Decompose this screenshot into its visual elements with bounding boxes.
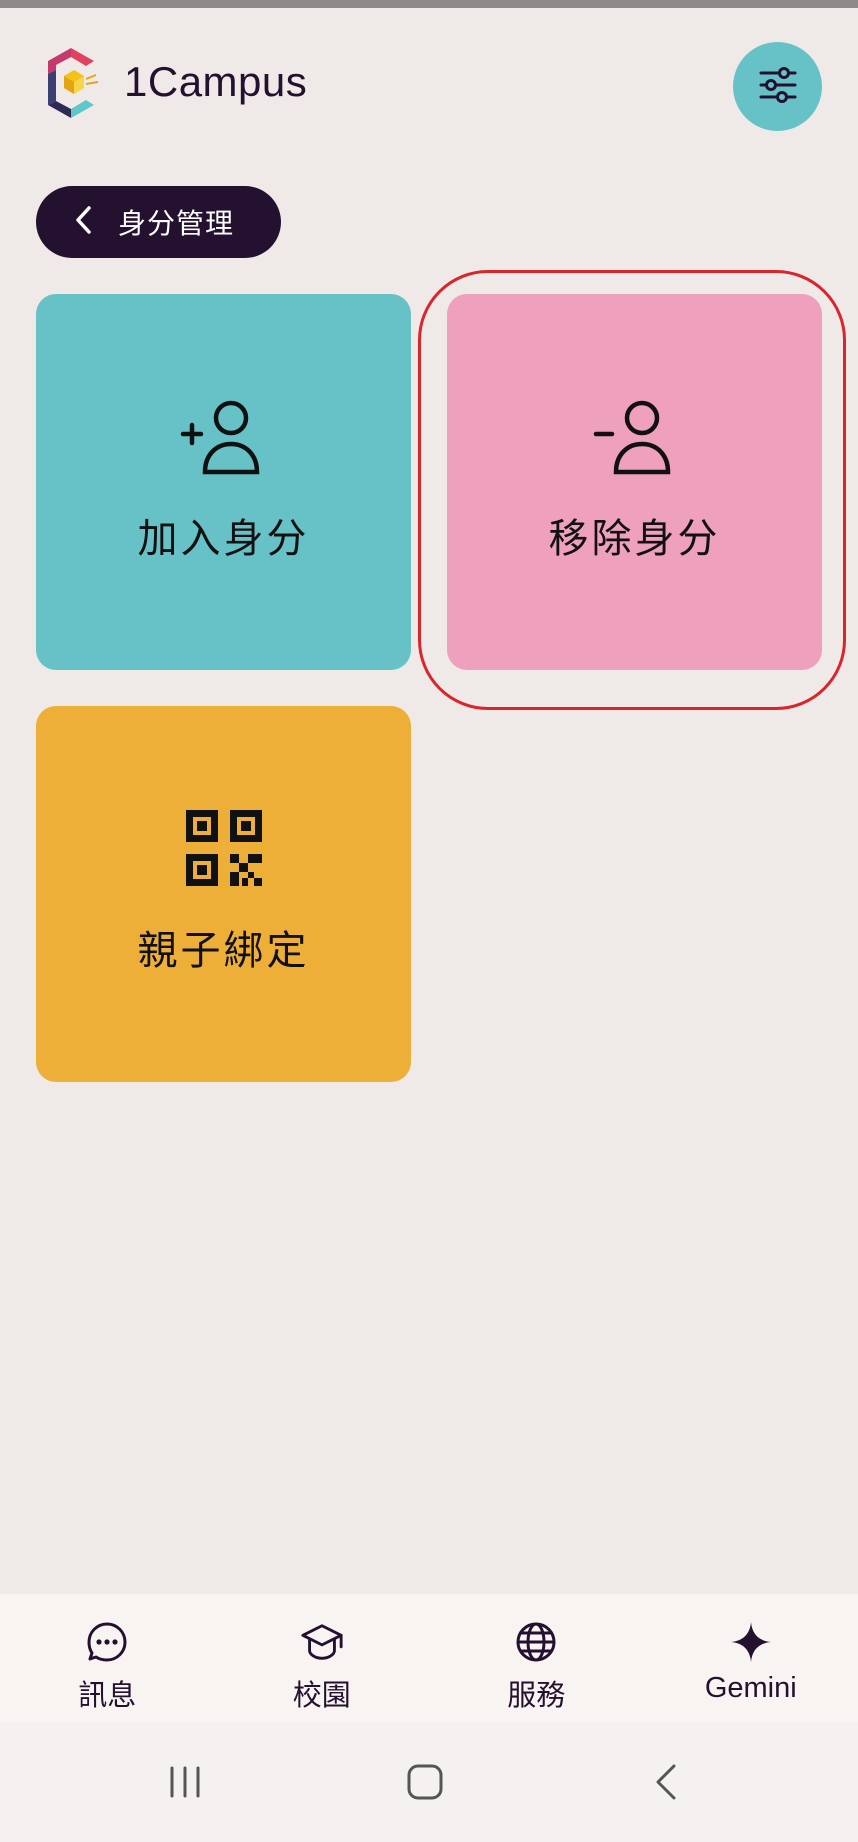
home-icon[interactable]	[395, 1752, 455, 1812]
sparkle-icon	[729, 1620, 773, 1664]
system-navigation-bar	[0, 1722, 858, 1842]
back-icon[interactable]	[636, 1752, 696, 1812]
nav-label: 訊息	[78, 1680, 137, 1712]
graduation-cap-icon	[300, 1620, 344, 1664]
chat-bubble-icon	[85, 1620, 129, 1664]
nav-item-messages[interactable]: 訊息	[0, 1594, 215, 1722]
nav-label: Gemini	[704, 1672, 797, 1704]
app-logo-icon	[42, 46, 100, 120]
nav-item-campus[interactable]: 校園	[215, 1594, 430, 1722]
person-add-icon	[179, 394, 269, 478]
person-remove-icon	[590, 394, 680, 478]
back-breadcrumb-button[interactable]: 身分管理	[36, 186, 281, 258]
nav-label: 服務	[507, 1680, 566, 1712]
parent-child-binding-tile[interactable]: 親子綁定	[36, 706, 411, 1082]
breadcrumb-label: 身分管理	[118, 207, 235, 240]
chevron-left-icon	[74, 205, 92, 239]
tile-label: 親子綁定	[137, 928, 310, 974]
remove-identity-tile[interactable]: 移除身分	[447, 294, 822, 670]
app-header: 1Campus	[0, 8, 858, 158]
add-identity-tile[interactable]: 加入身分	[36, 294, 411, 670]
recent-apps-icon[interactable]	[155, 1752, 215, 1812]
app-title: 1Campus	[124, 58, 308, 105]
sliders-icon	[758, 66, 798, 107]
nav-item-services[interactable]: 服務	[429, 1594, 644, 1722]
qr-code-icon	[179, 806, 269, 890]
bottom-navigation: 訊息 校園 服務 Gemini	[0, 1594, 858, 1722]
nav-label: 校園	[292, 1680, 351, 1712]
status-bar-strip	[0, 0, 858, 8]
nav-item-gemini[interactable]: Gemini	[644, 1594, 858, 1722]
tile-label: 移除身分	[548, 516, 721, 562]
globe-icon	[514, 1620, 558, 1664]
filter-settings-button[interactable]	[733, 42, 822, 131]
tile-label: 加入身分	[137, 516, 310, 562]
